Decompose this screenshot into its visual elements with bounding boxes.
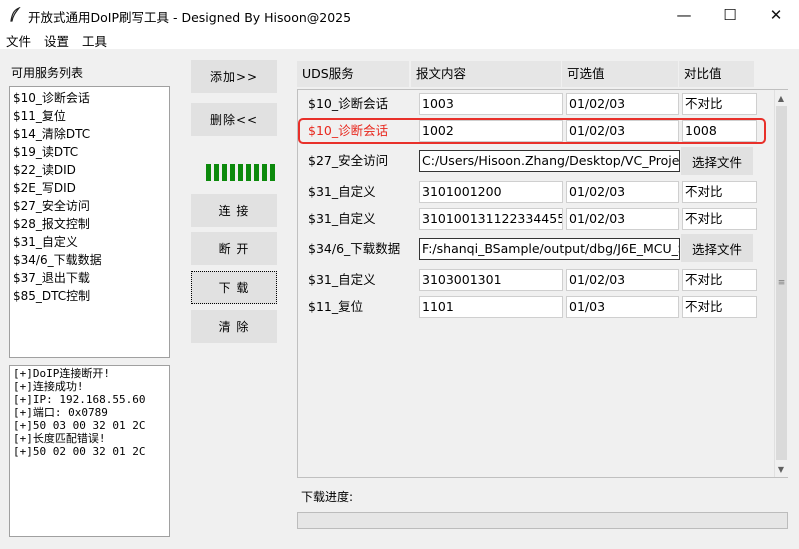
menu-tools[interactable]: 工具 [82,31,107,50]
status-led [222,164,227,181]
status-led [206,164,211,181]
content-field[interactable]: 3101001200 [419,181,563,203]
close-button[interactable]: ✕ [753,0,799,30]
list-item[interactable]: $2E_写DID [12,179,167,197]
log-line: [+]长度匹配错误! [13,432,106,445]
header-message-content: 报文内容 [411,61,561,87]
header-uds-service: UDS服务 [297,61,409,87]
options-field[interactable]: 01/02/03 [566,93,679,115]
list-item[interactable]: $28_报文控制 [12,215,167,233]
log-line: [+]50 03 00 32 01 2C [13,419,146,432]
list-item[interactable]: $11_复位 [12,107,167,125]
menu-file[interactable]: 文件 [6,31,31,50]
menu-settings[interactable]: 设置 [44,31,69,50]
row-service-label: $34/6_下载数据 [308,241,401,256]
scroll-down-arrow-icon[interactable]: ▼ [775,463,787,475]
content-field[interactable]: 31010013112233445566 [419,208,563,230]
progress-label: 下载进度: [301,490,354,504]
log-line: [+]50 02 00 32 01 2C [13,445,146,458]
clear-button[interactable]: 清 除 [191,310,277,343]
row-service-label: $11_复位 [308,299,364,314]
service-list-title: 可用服务列表 [11,66,84,80]
content-field[interactable]: 3103001301 [419,269,563,291]
minimize-button[interactable]: — [661,0,707,30]
content-field[interactable]: 1101 [419,296,563,318]
list-item[interactable]: $10_诊断会话 [12,89,167,107]
status-led [262,164,267,181]
compare-field[interactable]: 不对比 [682,181,757,203]
header-options: 可选值 [562,61,678,87]
status-led [214,164,219,181]
download-progress-bar [297,512,788,529]
list-item[interactable]: $19_读DTC [12,143,167,161]
maximize-button[interactable]: ☐ [707,0,753,30]
scroll-up-arrow-icon[interactable]: ▲ [775,92,787,104]
list-item[interactable]: $14_清除DTC [12,125,167,143]
compare-field[interactable]: 不对比 [682,93,757,115]
status-led [238,164,243,181]
row-service-label: $31_自定义 [308,184,376,199]
list-item[interactable]: $27_安全访问 [12,197,167,215]
list-item[interactable]: $37_退出下载 [12,269,167,287]
compare-field[interactable]: 不对比 [682,296,757,318]
scroll-thumb[interactable]: ≡ [776,106,787,460]
status-led [270,164,275,181]
file-path-field[interactable]: C:/Users/Hisoon.Zhang/Desktop/VC_Project… [419,150,680,172]
row-service-label: $10_诊断会话 [308,96,389,111]
options-field[interactable]: 01/03 [566,296,679,318]
content-field[interactable]: 1003 [419,93,563,115]
log-line: [+]DoIP连接断开! [13,367,110,380]
log-line: [+]IP: 192.168.55.60 [13,393,146,406]
log-line: [+]连接成功! [13,380,84,393]
add-button[interactable]: 添加>> [191,60,277,93]
connect-button[interactable]: 连 接 [191,194,277,227]
row-service-label: $31_自定义 [308,272,376,287]
row-service-label: $27_安全访问 [308,153,389,168]
select-file-button[interactable]: 选择文件 [681,147,753,175]
download-button[interactable]: 下 载 [191,271,277,304]
log-line: [+]端口: 0x0789 [13,406,108,419]
log-output[interactable]: [+]DoIP连接断开! [+]连接成功! [+]IP: 192.168.55.… [9,365,170,537]
row-service-label: $31_自定义 [308,211,376,226]
list-item[interactable]: $22_读DID [12,161,167,179]
options-field[interactable]: 01/02/03 [566,269,679,291]
list-item[interactable]: $85_DTC控制 [12,287,167,305]
status-led [254,164,259,181]
select-file-button[interactable]: 选择文件 [681,234,753,262]
status-led [246,164,251,181]
connection-status-indicator [206,164,275,181]
header-compare: 对比值 [679,61,754,87]
disconnect-button[interactable]: 断 开 [191,232,277,265]
options-field[interactable]: 01/02/03 [566,208,679,230]
feather-icon [9,6,21,23]
options-field[interactable]: 01/02/03 [566,181,679,203]
status-led [230,164,235,181]
compare-field[interactable]: 不对比 [682,269,757,291]
compare-field[interactable]: 不对比 [682,208,757,230]
menu-bar [0,30,799,49]
list-item[interactable]: $34/6_下载数据 [12,251,167,269]
error-row-highlight [298,118,766,144]
service-list[interactable]: $10_诊断会话 $11_复位 $14_清除DTC $19_读DTC $22_读… [9,86,170,358]
delete-button[interactable]: 删除<< [191,103,277,136]
window-title: 开放式通用DoIP刷写工具 - Designed By Hisoon@2025 [28,10,352,25]
list-item[interactable]: $31_自定义 [12,233,167,251]
file-path-field[interactable]: F:/shanqi_BSample/output/dbg/J6E_MCU_SII [419,238,680,260]
